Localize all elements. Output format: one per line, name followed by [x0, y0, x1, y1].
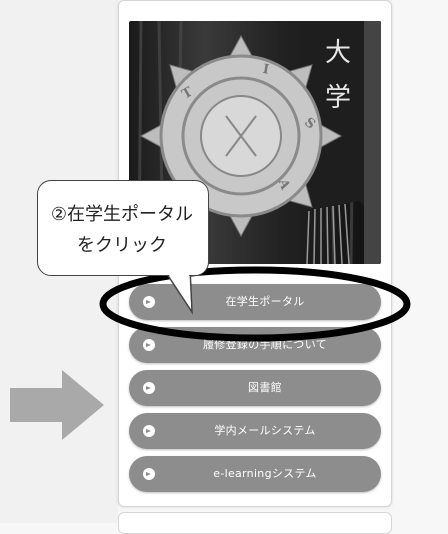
callout-bubble	[37, 180, 209, 276]
menu-item-label: e-learningシステム	[213, 467, 317, 480]
menu-item-campus-mail[interactable]: 学内メールシステム	[129, 413, 381, 449]
menu-item-student-portal[interactable]: 在学生ポータル	[129, 284, 381, 320]
chevron-circle-right-icon	[143, 339, 155, 351]
menu-item-label: 学内メールシステム	[214, 424, 316, 437]
banner-char-2: 学	[325, 83, 351, 113]
menu-item-library[interactable]: 図書館	[129, 370, 381, 406]
menu-item-label: 在学生ポータル	[225, 295, 305, 308]
next-card	[118, 512, 392, 534]
chevron-circle-right-icon	[143, 296, 155, 308]
banner-char-1: 大	[325, 38, 351, 68]
chevron-circle-right-icon	[143, 425, 155, 437]
menu-item-label: 履修登録の手順について	[203, 338, 327, 351]
menu-item-label: 図書館	[248, 381, 282, 394]
chevron-circle-right-icon	[143, 382, 155, 394]
menu-item-course-registration[interactable]: 履修登録の手順について	[129, 327, 381, 363]
menu-item-e-learning[interactable]: e-learningシステム	[129, 456, 381, 492]
callout-line-1: ②在学生ポータル	[50, 204, 194, 225]
chevron-circle-right-icon	[143, 468, 155, 480]
callout-line-2: をクリック	[77, 235, 167, 256]
